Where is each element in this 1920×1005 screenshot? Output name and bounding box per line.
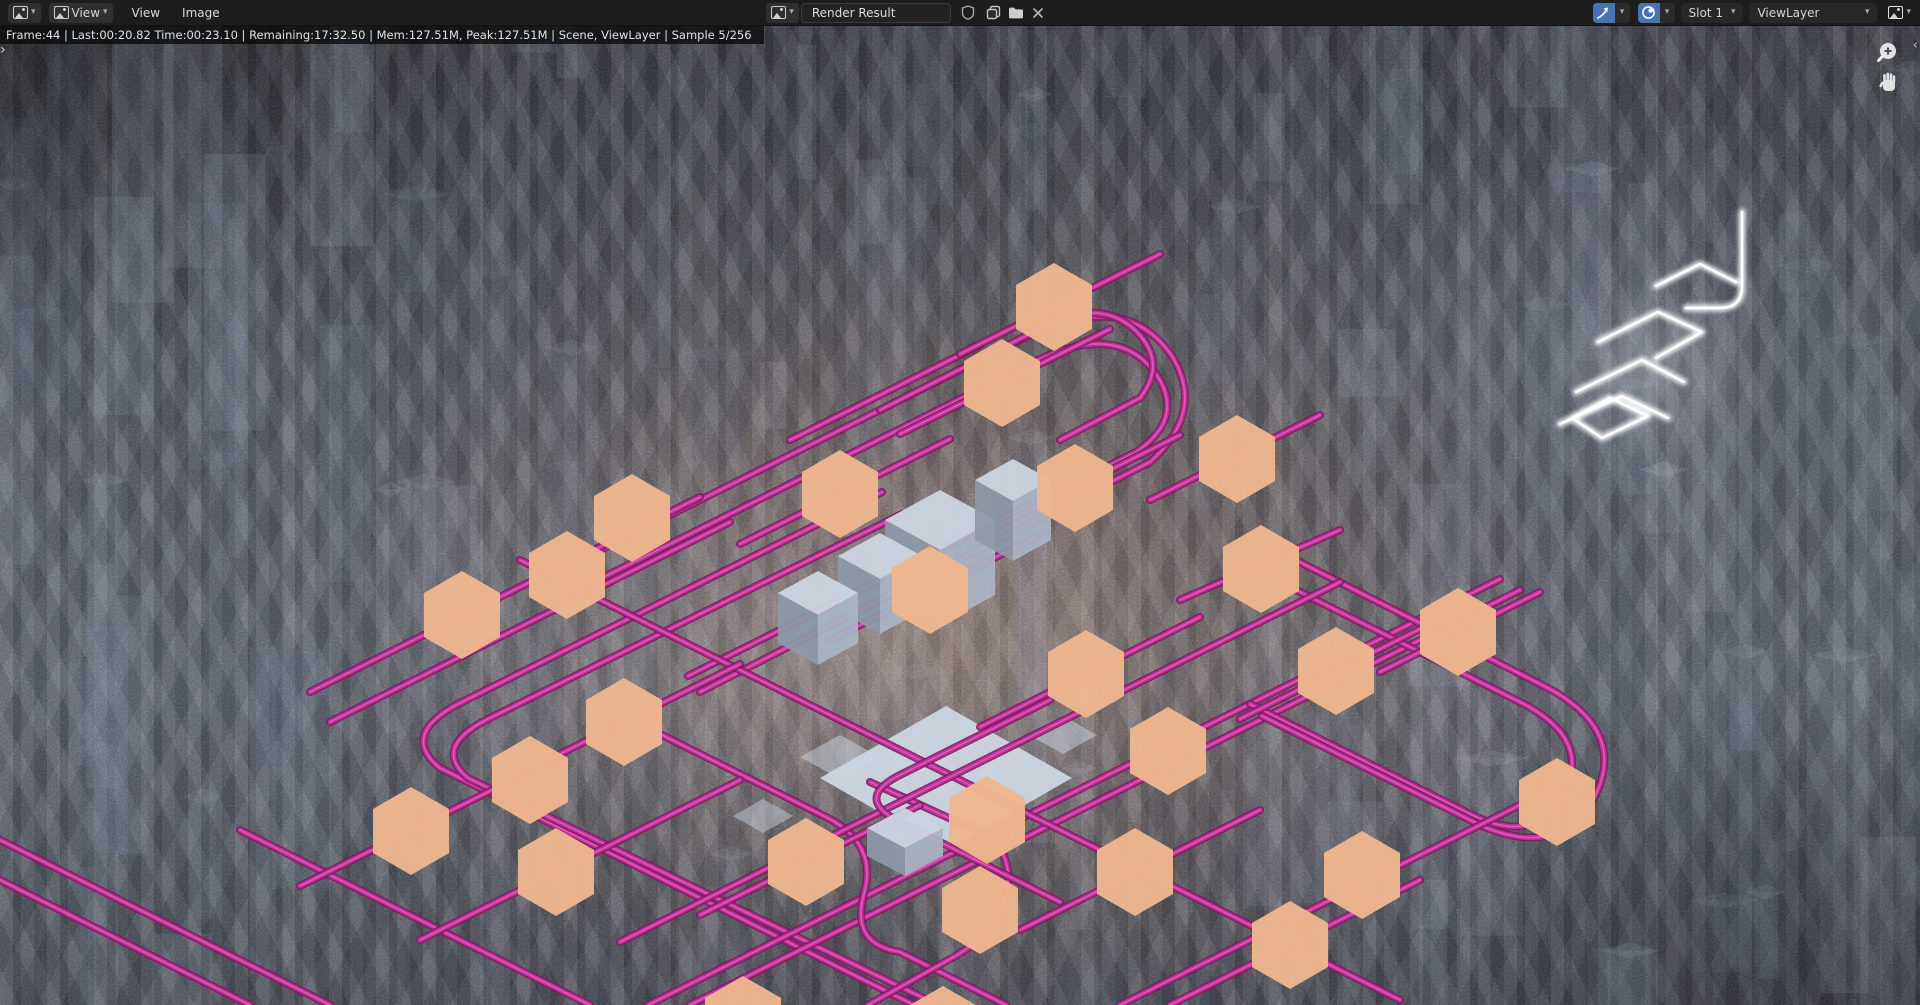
chevron-down-icon: ▾ bbox=[1731, 8, 1736, 17]
render-result-viewport: Frame:44 | Last:00:20.82 Time:00:23.10 |… bbox=[0, 0, 1920, 1005]
render-slot-dropdown[interactable]: Slot 1 ▾ bbox=[1681, 3, 1744, 23]
editor-type-dropdown[interactable]: ▾ bbox=[8, 3, 41, 23]
menu-view[interactable]: View bbox=[121, 6, 171, 20]
chevron-down-icon: ▾ bbox=[103, 8, 108, 17]
gizmos-toggle-group: ▾ bbox=[1593, 3, 1630, 23]
image-mode-dropdown[interactable]: View ▾ bbox=[49, 3, 113, 23]
duplicate-pages-icon[interactable] bbox=[983, 3, 1005, 23]
hand-pan-gizmo-icon[interactable] bbox=[1876, 70, 1902, 96]
render-stats-bar: Frame:44 | Last:00:20.82 Time:00:23.10 |… bbox=[0, 26, 764, 44]
mouse-cursor-arrow: › bbox=[0, 42, 6, 58]
menu-image[interactable]: Image bbox=[171, 6, 231, 20]
chevron-down-icon: ▾ bbox=[1865, 8, 1870, 17]
overlays-sphere-icon[interactable] bbox=[1638, 3, 1660, 23]
render-pass-dropdown[interactable]: ▾ bbox=[1883, 3, 1916, 23]
render-pass-image-icon bbox=[1888, 6, 1903, 19]
image-browse-icon bbox=[771, 6, 786, 19]
image-mode-label: View bbox=[72, 6, 100, 20]
folder-icon[interactable] bbox=[1005, 3, 1027, 23]
image-editor-header: ▾ View ▾ View Image ▾ Render Result bbox=[0, 0, 1920, 26]
view-layer-label: ViewLayer bbox=[1757, 6, 1819, 20]
overlays-toggle-group: ▾ bbox=[1638, 3, 1675, 23]
region-collapse-chevron-icon[interactable]: ‹ bbox=[1913, 38, 1918, 53]
chevron-down-icon: ▾ bbox=[1906, 8, 1911, 17]
image-editor-icon bbox=[13, 6, 28, 19]
shield-icon[interactable] bbox=[957, 3, 979, 23]
blender-render-window: Frame:44 | Last:00:20.82 Time:00:23.10 |… bbox=[0, 0, 1920, 1005]
chevron-down-icon: ▾ bbox=[31, 8, 36, 17]
chevron-down-icon[interactable]: ▾ bbox=[1615, 3, 1630, 23]
image-name-field[interactable]: Render Result bbox=[801, 3, 951, 23]
image-browse-dropdown[interactable]: ▾ bbox=[766, 3, 799, 23]
chevron-down-icon[interactable]: ▾ bbox=[1660, 3, 1675, 23]
gizmo-arrow-icon[interactable] bbox=[1593, 3, 1615, 23]
render-slot-label: Slot 1 bbox=[1689, 6, 1723, 20]
render-image-overlay bbox=[0, 0, 1920, 1005]
image-thumbnail-icon bbox=[54, 6, 69, 19]
zoom-in-gizmo-icon[interactable] bbox=[1874, 40, 1900, 66]
chevron-down-icon: ▾ bbox=[789, 8, 794, 17]
view-layer-dropdown[interactable]: ViewLayer ▾ bbox=[1749, 3, 1877, 23]
close-x-icon[interactable] bbox=[1027, 3, 1049, 23]
